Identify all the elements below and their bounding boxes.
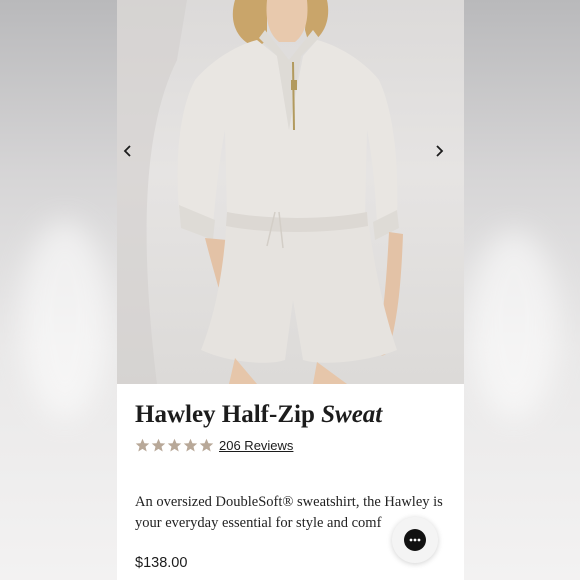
product-info: Hawley Half-Zip Sweat 206 Reviews [135,400,455,454]
product-photo [117,0,403,384]
product-page: Hawley Half-Zip Sweat 206 Reviews An ove… [117,0,464,580]
rating-stars [135,438,214,453]
product-price: $138.00 [135,555,188,571]
chevron-left-icon [123,145,131,157]
product-rating: 206 Reviews [135,436,455,454]
star-icon [167,438,182,451]
chevron-right-icon [436,145,444,157]
product-title-italic: Sweat [321,401,383,428]
star-icon [151,438,166,451]
carousel-next-button[interactable] [434,145,454,165]
chat-dots-icon [404,529,426,551]
background-left [0,0,117,580]
background-right [464,0,580,580]
star-icon [199,438,214,451]
reviews-link[interactable]: 206 Reviews [219,438,293,453]
product-title: Hawley Half-Zip Sweat [135,400,455,430]
star-icon [135,438,150,451]
product-image-carousel[interactable] [117,0,464,384]
star-icon [183,438,198,451]
product-title-main: Hawley Half-Zip [135,401,315,428]
carousel-prev-button[interactable] [123,145,143,165]
chat-button[interactable] [392,517,438,563]
